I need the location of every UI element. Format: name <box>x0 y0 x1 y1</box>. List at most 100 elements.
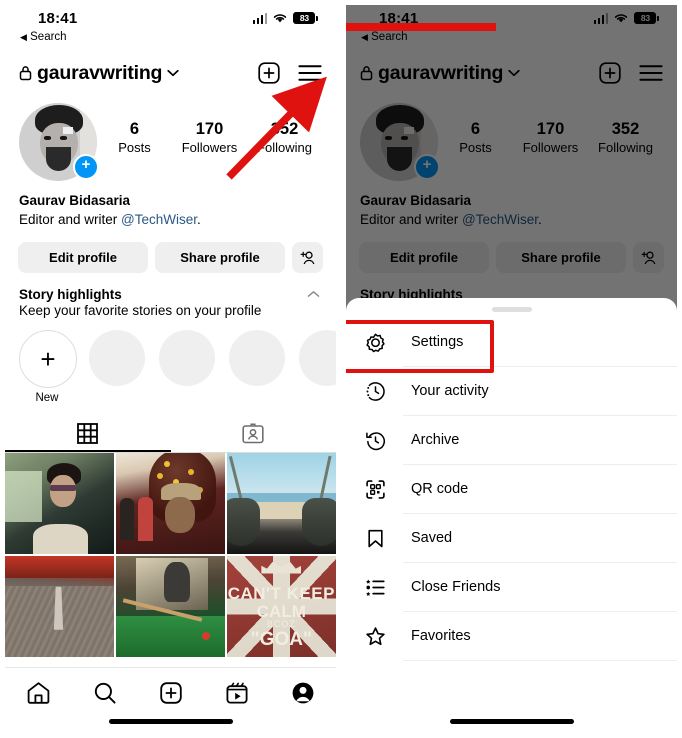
left-phone-screen: 18:41 ◀ Search 83 gauravwriting + 6 Post… <box>5 5 336 733</box>
discover-people-button[interactable] <box>292 242 323 273</box>
menu-item-label: Your activity <box>411 383 489 399</box>
right-phone-panel: 18:41 ◀ Search 83 <box>341 0 682 738</box>
story-highlights-header: Story highlights Keep your favorite stor… <box>5 273 336 318</box>
profile-header: gauravwriting <box>5 49 336 97</box>
profile-bio: Gaurav Bidasaria Editor and writer @Tech… <box>5 181 336 229</box>
post-road[interactable] <box>5 555 115 657</box>
stat-following[interactable]: 352 Following <box>254 119 316 157</box>
header-actions <box>257 61 322 85</box>
menu-item-label: Close Friends <box>411 579 501 595</box>
annotation-highlight-box <box>346 320 494 373</box>
stat-followers[interactable]: 170 Followers <box>179 119 241 157</box>
profile-username[interactable]: gauravwriting <box>37 62 162 85</box>
post-christmas-tree[interactable] <box>115 453 226 554</box>
share-profile-button[interactable]: Share profile <box>155 242 285 273</box>
grid-tab[interactable] <box>5 416 171 452</box>
profile-bio-text: Editor and writer @TechWiser. <box>19 210 322 229</box>
search-icon[interactable] <box>93 681 117 705</box>
battery-icon: 83 <box>293 12 318 24</box>
person-filled-icon[interactable] <box>291 681 315 705</box>
menu-item-qr-code[interactable]: QR code <box>346 465 677 514</box>
hamburger-menu-icon[interactable] <box>298 64 322 82</box>
new-highlight-button[interactable]: + New <box>19 330 77 404</box>
profile-stats: 6 Posts 170 Followers 352 Following <box>97 103 322 157</box>
menu-item-close-friends[interactable]: Close Friends <box>346 563 677 612</box>
activity-clock-icon <box>363 381 388 402</box>
profile-action-buttons: Edit profile Share profile <box>5 229 336 273</box>
back-label: Search <box>30 31 67 43</box>
story-highlights-title: Story highlights <box>19 287 122 302</box>
new-highlight-plus: + <box>40 344 56 374</box>
stat-label: Followers <box>181 140 238 155</box>
poster-line-4: "GOA" <box>250 629 312 651</box>
new-highlight-label: New <box>35 392 59 404</box>
add-story-badge[interactable]: + <box>73 154 99 180</box>
post-keep-calm[interactable]: CAN'T KEEP CALM BCOZ "GOA" <box>226 555 336 657</box>
back-arrow-icon: ◀ <box>20 32 27 42</box>
stat-value: 6 <box>129 120 140 138</box>
screenshot-stage: 18:41 ◀ Search 83 gauravwriting + 6 Post… <box>0 0 682 738</box>
home-indicator <box>449 719 574 724</box>
post-beach-coconuts[interactable] <box>226 453 336 554</box>
lock-icon <box>19 66 32 81</box>
menu-item-archive[interactable]: Archive <box>346 416 677 465</box>
battery-percent: 83 <box>299 13 309 23</box>
home-icon[interactable] <box>26 681 51 705</box>
tagged-person-icon <box>242 422 264 443</box>
profile-full-name: Gaurav Bidasaria <box>19 193 131 208</box>
home-indicator <box>108 719 233 724</box>
stat-posts[interactable]: 6 Posts <box>104 119 166 157</box>
story-highlights-row: + New <box>5 318 336 404</box>
chevron-up-icon[interactable] <box>307 290 320 298</box>
menu-item-label: Favorites <box>411 628 471 644</box>
star-icon <box>363 626 388 647</box>
menu-item-label: Archive <box>411 432 460 448</box>
left-phone-panel: 18:41 ◀ Search 83 gauravwriting + 6 Post… <box>0 0 342 738</box>
back-to-search[interactable]: ◀ Search <box>20 31 67 43</box>
plus-square-icon[interactable] <box>257 61 281 85</box>
menu-item-your-activity[interactable]: Your activity <box>346 367 677 416</box>
status-time: 18:41 <box>38 10 78 27</box>
bottom-navigation <box>5 667 336 733</box>
right-phone-screen: 18:41 ◀ Search 83 <box>346 5 677 733</box>
menu-item-saved[interactable]: Saved <box>346 514 677 563</box>
qr-code-icon <box>363 479 388 500</box>
highlight-placeholder[interactable] <box>89 330 145 404</box>
close-friends-list-icon <box>363 577 388 598</box>
highlight-placeholder[interactable] <box>159 330 215 404</box>
wifi-icon <box>274 14 287 23</box>
post-pool-table[interactable] <box>115 555 226 657</box>
menu-item-label: Saved <box>411 530 453 546</box>
poster-line-3: BCOZ <box>266 619 296 630</box>
story-highlights-subtitle: Keep your favorite stories on your profi… <box>19 303 262 318</box>
stat-label: Posts <box>118 140 151 155</box>
grid-icon <box>77 422 99 444</box>
highlight-placeholder[interactable] <box>299 330 336 404</box>
poster-line-1: CAN'T KEEP <box>227 583 335 603</box>
content-tabs <box>5 416 336 453</box>
highlight-placeholder[interactable] <box>229 330 285 404</box>
status-bar: 18:41 ◀ Search 83 <box>5 5 336 49</box>
chevron-down-icon[interactable] <box>167 69 179 77</box>
status-indicators: 83 <box>252 12 318 24</box>
add-person-icon <box>300 251 315 264</box>
menu-item-favorites[interactable]: Favorites <box>346 612 677 661</box>
photo-grid: CAN'T KEEP CALM BCOZ "GOA" <box>5 453 336 657</box>
stat-value: 352 <box>270 120 299 138</box>
edit-profile-button[interactable]: Edit profile <box>18 242 148 273</box>
bookmark-icon <box>363 528 388 549</box>
bio-suffix: . <box>197 212 201 227</box>
profile-summary-row: + 6 Posts 170 Followers 352 Following <box>5 97 336 181</box>
post-selfie-car[interactable] <box>5 453 115 554</box>
avatar-container[interactable]: + <box>19 103 99 181</box>
bio-mention-link[interactable]: @TechWiser <box>121 212 197 227</box>
bio-prefix: Editor and writer <box>19 212 122 227</box>
archive-clock-icon <box>363 430 388 451</box>
cellular-bars-icon <box>252 12 268 24</box>
reels-icon[interactable] <box>225 681 249 705</box>
plus-square-icon[interactable] <box>159 681 183 705</box>
tagged-tab[interactable] <box>171 416 337 450</box>
stat-label: Following <box>257 140 312 155</box>
menu-item-label: QR code <box>411 481 469 497</box>
stat-value: 170 <box>195 120 224 138</box>
